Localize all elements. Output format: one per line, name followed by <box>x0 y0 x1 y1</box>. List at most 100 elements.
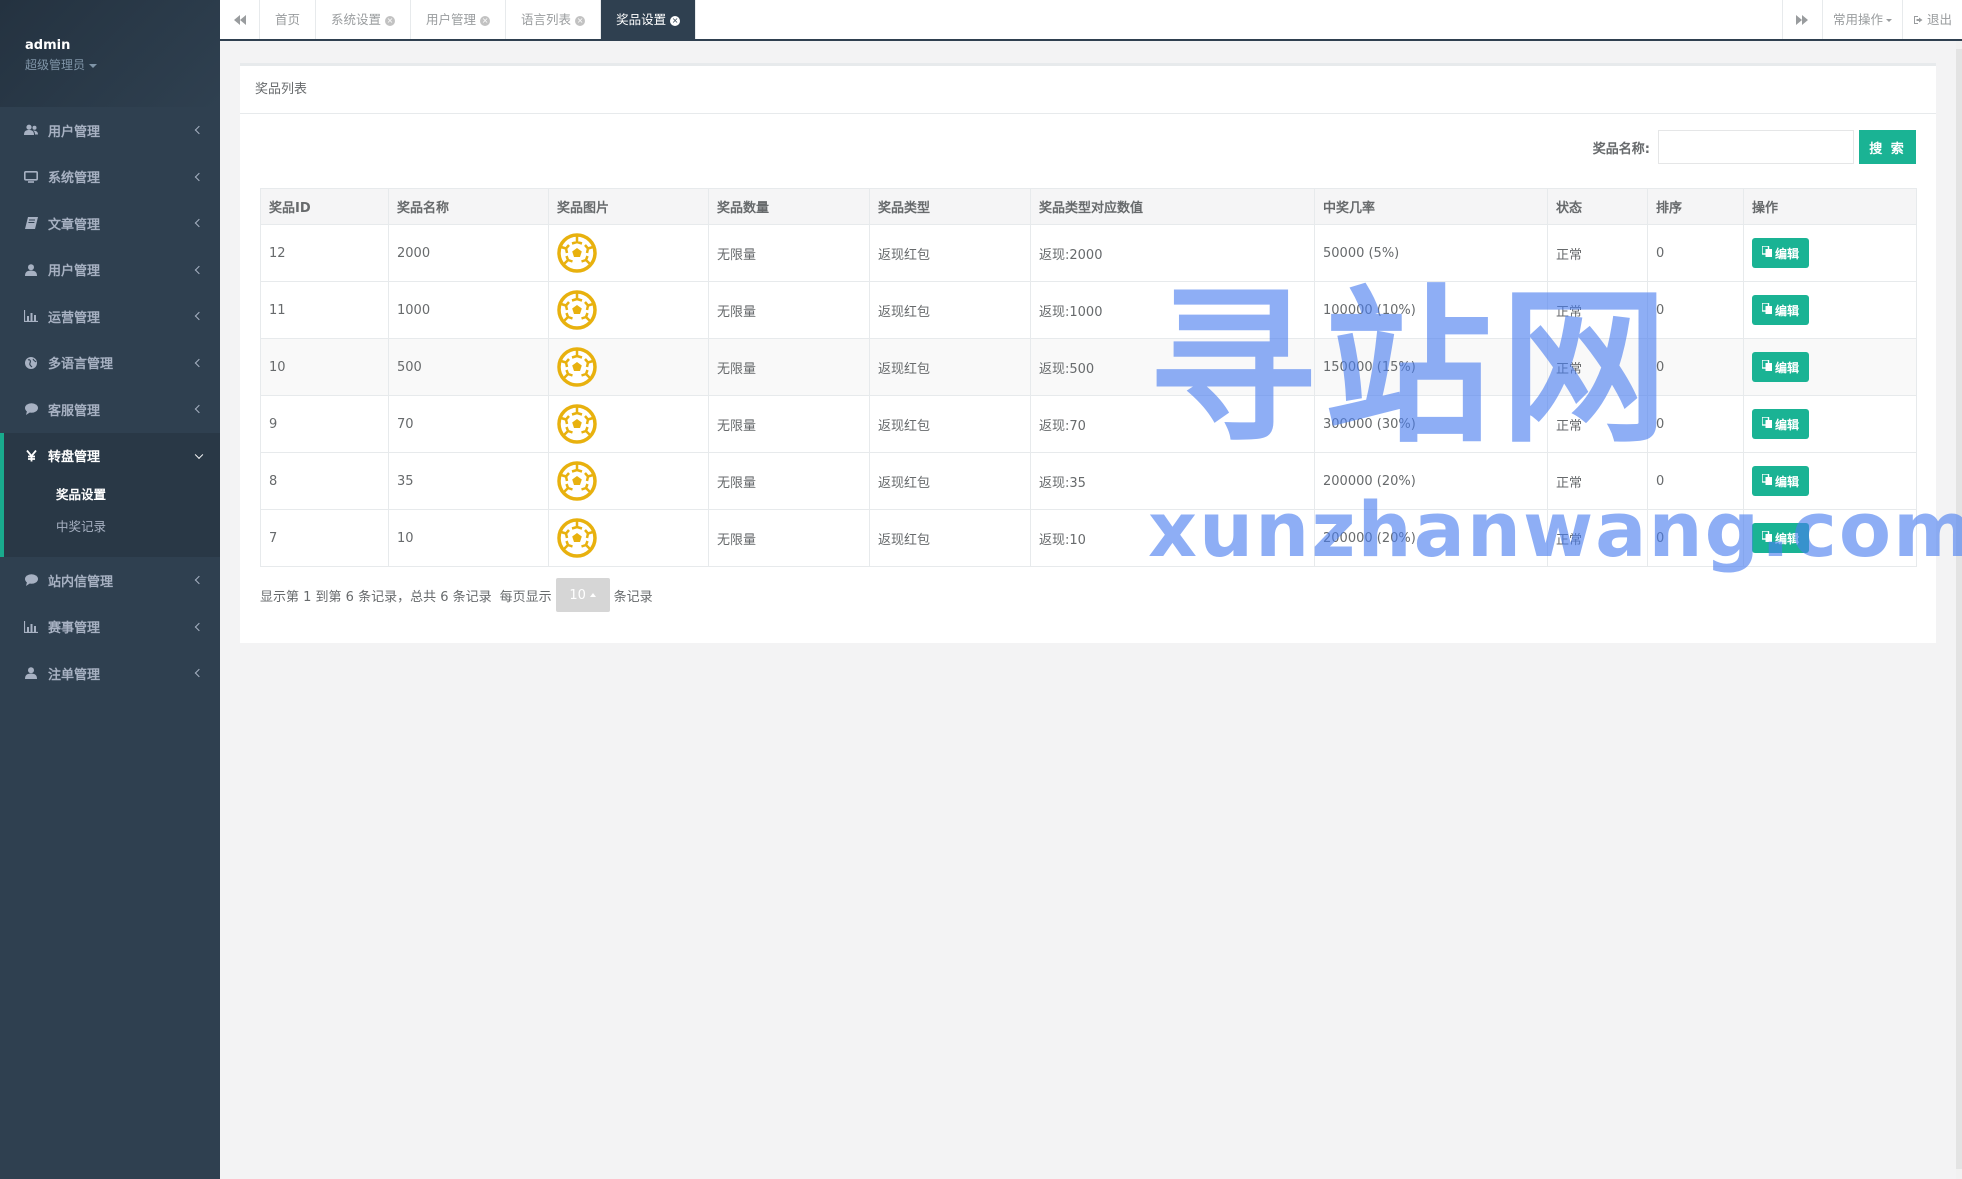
prize-image-cell <box>548 509 709 567</box>
cell-name: 35 <box>388 452 549 510</box>
submenu-item-2[interactable]: 中奖记录 <box>4 511 220 543</box>
search-label: 奖品名称: <box>1592 141 1650 157</box>
sidebar-item-menu-5[interactable]: 运营管理 <box>0 293 220 340</box>
soccer-ball-icon <box>557 518 700 558</box>
sidebar-item-turntable[interactable]: 转盘管理 <box>4 433 220 480</box>
sidebar-item-menu-4[interactable]: 用户管理 <box>0 247 220 294</box>
tab-1[interactable]: 首页 <box>260 0 317 39</box>
column-header-4[interactable]: 奖品数量 <box>708 188 870 225</box>
close-tab-icon[interactable]: × <box>385 15 396 26</box>
copy-icon <box>1762 531 1775 545</box>
profile-role: 超级管理员 <box>25 58 86 72</box>
sidebar-item-menu-11[interactable]: 注单管理 <box>0 650 220 697</box>
edit-label: 编辑 <box>1775 474 1800 489</box>
prize-name-search-input[interactable] <box>1658 130 1854 164</box>
edit-button[interactable]: 编辑 <box>1752 295 1810 325</box>
tab-4[interactable]: 语言列表 × <box>506 0 602 39</box>
cell-qty: 无限量 <box>708 281 870 339</box>
column-header-3[interactable]: 奖品图片 <box>548 188 709 225</box>
column-header-2[interactable]: 奖品名称 <box>388 188 549 225</box>
scrollbar-thumb[interactable] <box>1956 49 1962 1169</box>
cell-sort: 0 <box>1647 338 1744 396</box>
column-header-6[interactable]: 奖品类型对应数值 <box>1030 188 1315 225</box>
cell-qty: 无限量 <box>708 509 870 567</box>
sidebar-item-menu-7[interactable]: 客服管理 <box>0 386 220 433</box>
topbar-right: 常用操作 退出 <box>1781 0 1962 39</box>
cell-sort: 0 <box>1647 395 1744 453</box>
cell-type: 返现红包 <box>869 452 1031 510</box>
tabs-scroll-right-button[interactable] <box>1781 0 1822 39</box>
page-scrollbar[interactable] <box>1956 41 1962 1179</box>
sidebar-item-label: 转盘管理 <box>48 450 101 466</box>
copy-icon <box>1762 474 1775 488</box>
sidebar-item-menu-9[interactable]: 站内信管理 <box>0 557 220 604</box>
cell-rate: 150000 (15%) <box>1314 338 1548 396</box>
tab-2[interactable]: 系统设置 × <box>316 0 412 39</box>
profile-username: admin <box>25 38 71 53</box>
logout-button[interactable]: 退出 <box>1901 0 1962 39</box>
table-header-row: 奖品ID 奖品名称 奖品图片 奖品数量 奖品类型 奖品类型对应数值 中奖几率 状态 排序 操作 <box>260 188 1917 225</box>
cell-qty: 无限量 <box>708 224 870 282</box>
tab-5[interactable]: 奖品设置 × <box>601 0 697 39</box>
table-row: 11 1000 无限量 返现红包 返现:1000 100000 (10%) 正常 0 编辑 <box>260 281 1917 339</box>
chevron-left-icon <box>194 312 204 321</box>
column-header-8[interactable]: 状态 <box>1547 188 1648 225</box>
edit-button[interactable]: 编辑 <box>1752 523 1810 553</box>
sidebar-item-label: 客服管理 <box>48 403 101 419</box>
cell-status: 正常 <box>1547 281 1648 339</box>
cell-id: 7 <box>260 509 389 567</box>
edit-button[interactable]: 编辑 <box>1752 352 1810 382</box>
edit-label: 编辑 <box>1775 417 1800 432</box>
profile-role-dropdown[interactable]: 超级管理员 <box>25 56 98 73</box>
chevron-left-icon <box>194 622 204 631</box>
column-header-10[interactable]: 操作 <box>1743 188 1917 225</box>
close-tab-icon[interactable]: × <box>575 15 586 26</box>
column-header-5[interactable]: 奖品类型 <box>869 188 1031 225</box>
sidebar-item-label: 系统管理 <box>48 171 101 187</box>
desktop-icon <box>24 170 38 183</box>
page-size-value: 10 <box>569 587 586 603</box>
per-page-suffix: 条记录 <box>613 589 653 605</box>
edit-button[interactable]: 编辑 <box>1752 466 1810 496</box>
search-form: 奖品名称: 搜 索 <box>1593 130 1916 164</box>
edit-button[interactable]: 编辑 <box>1752 238 1810 268</box>
actions-cell: 编辑 <box>1743 509 1917 567</box>
soccer-ball-icon <box>557 290 700 330</box>
sidebar-item-label: 多语言管理 <box>48 357 114 373</box>
close-tab-icon[interactable]: × <box>670 15 681 26</box>
sidebar-item-menu-1[interactable]: 用户管理 <box>0 107 220 154</box>
sidebar-item-menu-3[interactable]: 文章管理 <box>0 200 220 247</box>
column-header-9[interactable]: 排序 <box>1647 188 1744 225</box>
column-header-7[interactable]: 中奖几率 <box>1314 188 1548 225</box>
tab-3[interactable]: 用户管理 × <box>411 0 507 39</box>
column-header-1[interactable]: 奖品ID <box>260 188 389 225</box>
sidebar-item-menu-2[interactable]: 系统管理 <box>0 154 220 201</box>
sidebar-item-label: 赛事管理 <box>48 621 101 637</box>
backward-icon <box>233 14 246 25</box>
tabs-scroll-left-button[interactable] <box>220 0 260 39</box>
edit-button[interactable]: 编辑 <box>1752 409 1810 439</box>
search-button[interactable]: 搜 索 <box>1859 130 1916 164</box>
cell-name: 500 <box>388 338 549 396</box>
submenu-item-1[interactable]: 奖品设置 <box>4 479 220 511</box>
cell-type: 返现红包 <box>869 224 1031 282</box>
sidebar-item-menu-6[interactable]: 多语言管理 <box>0 340 220 387</box>
cell-rate: 50000 (5%) <box>1314 224 1548 282</box>
cell-name: 2000 <box>388 224 549 282</box>
panel-title: 奖品列表 <box>240 66 1936 114</box>
pagination-summary: 显示第 1 到第 6 条记录，总共 6 条记录 <box>260 589 492 605</box>
page-size-dropdown[interactable]: 10 <box>555 578 610 612</box>
sidebar-item-menu-10[interactable]: 赛事管理 <box>0 604 220 651</box>
user-icon <box>24 263 38 276</box>
tab-bar: 首页 系统设置 × 用户管理 × 语言列表 × 奖品设置 × <box>260 0 1782 39</box>
sidebar-item-label: 文章管理 <box>48 217 101 233</box>
cell-value: 返现:1000 <box>1030 281 1315 339</box>
common-ops-dropdown[interactable]: 常用操作 <box>1821 0 1902 39</box>
close-tab-icon[interactable]: × <box>480 15 491 26</box>
topbar: 首页 系统设置 × 用户管理 × 语言列表 × 奖品设置 × 常用操作 退出 <box>220 0 1962 41</box>
chevron-left-icon <box>194 265 204 274</box>
cell-qty: 无限量 <box>708 452 870 510</box>
edit-label: 编辑 <box>1775 531 1800 546</box>
prize-image-cell <box>548 281 709 339</box>
table-row: 10 500 无限量 返现红包 返现:500 150000 (15%) 正常 0 编辑 <box>260 338 1917 396</box>
